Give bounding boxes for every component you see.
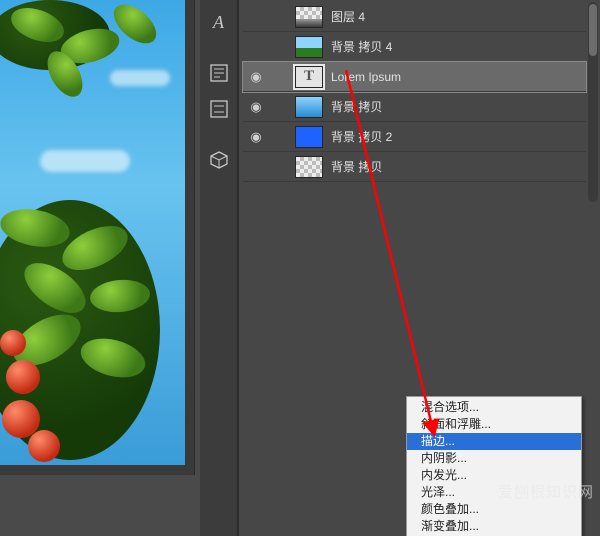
lock-column[interactable] (273, 98, 287, 116)
layer-row-selected[interactable]: ◉ T Lorem Ipsum (243, 62, 586, 92)
visibility-toggle[interactable]: ◉ (247, 98, 265, 116)
layer-row[interactable]: ◉ 背景 拷贝 2 (243, 122, 586, 152)
layer-thumbnail[interactable] (295, 126, 323, 148)
lock-column[interactable] (273, 128, 287, 146)
menu-item-color-overlay[interactable]: 颜色叠加... (407, 501, 581, 518)
menu-item-gradient-overlay[interactable]: 渐变叠加... (407, 518, 581, 535)
lock-column[interactable] (273, 8, 287, 26)
menu-item-blending-options[interactable]: 混合选项... (407, 399, 581, 416)
lock-column[interactable] (273, 38, 287, 56)
layer-row[interactable]: ◉ 背景 拷贝 (243, 92, 586, 122)
panel-scrollbar[interactable] (588, 2, 598, 202)
panel-rail: A (200, 0, 238, 536)
menu-item-inner-glow[interactable]: 内发光... (407, 467, 581, 484)
visibility-toggle[interactable] (247, 38, 265, 56)
layer-name[interactable]: 图层 4 (331, 8, 586, 25)
paragraph-styles-icon[interactable] (204, 58, 234, 88)
layer-row[interactable]: 背景 拷贝 4 (243, 32, 586, 62)
layer-name[interactable]: 背景 拷贝 4 (331, 38, 586, 55)
layer-thumbnail[interactable] (295, 36, 323, 58)
menu-item-bevel-emboss[interactable]: 斜面和浮雕... (407, 416, 581, 433)
layer-thumbnail[interactable]: T (295, 66, 323, 88)
layer-thumbnail[interactable] (295, 156, 323, 178)
layers-list: 图层 4 背景 拷贝 4 ◉ T Lorem Ipsum ◉ 背景 拷贝 ◉ (243, 2, 586, 182)
lock-column[interactable] (273, 158, 287, 176)
layer-row[interactable]: 背景 拷贝 (243, 152, 586, 182)
layer-style-context-menu: 混合选项... 斜面和浮雕... 描边... 内阴影... 内发光... 光泽.… (406, 396, 582, 536)
layer-name[interactable]: 背景 拷贝 2 (331, 128, 586, 145)
visibility-toggle[interactable] (247, 158, 265, 176)
layer-name[interactable]: 背景 拷贝 (331, 158, 586, 175)
menu-item-stroke[interactable]: 描边... (407, 433, 581, 450)
visibility-toggle[interactable]: ◉ (247, 68, 265, 86)
document-canvas[interactable] (0, 0, 185, 465)
scrollbar-grip[interactable] (589, 4, 597, 56)
type-tool-icon[interactable]: A (204, 7, 234, 37)
menu-item-satin[interactable]: 光泽... (407, 484, 581, 501)
document-canvas-area (0, 0, 195, 475)
layer-thumbnail[interactable] (295, 6, 323, 28)
layer-name[interactable]: 背景 拷贝 (331, 98, 586, 115)
layer-name[interactable]: Lorem Ipsum (331, 70, 586, 84)
menu-item-inner-shadow[interactable]: 内阴影... (407, 450, 581, 467)
layer-thumbnail[interactable] (295, 96, 323, 118)
3d-icon[interactable] (204, 145, 234, 175)
character-styles-icon[interactable] (204, 94, 234, 124)
visibility-toggle[interactable] (247, 8, 265, 26)
visibility-toggle[interactable]: ◉ (247, 128, 265, 146)
layer-row[interactable]: 图层 4 (243, 2, 586, 32)
lock-column[interactable] (273, 68, 287, 86)
